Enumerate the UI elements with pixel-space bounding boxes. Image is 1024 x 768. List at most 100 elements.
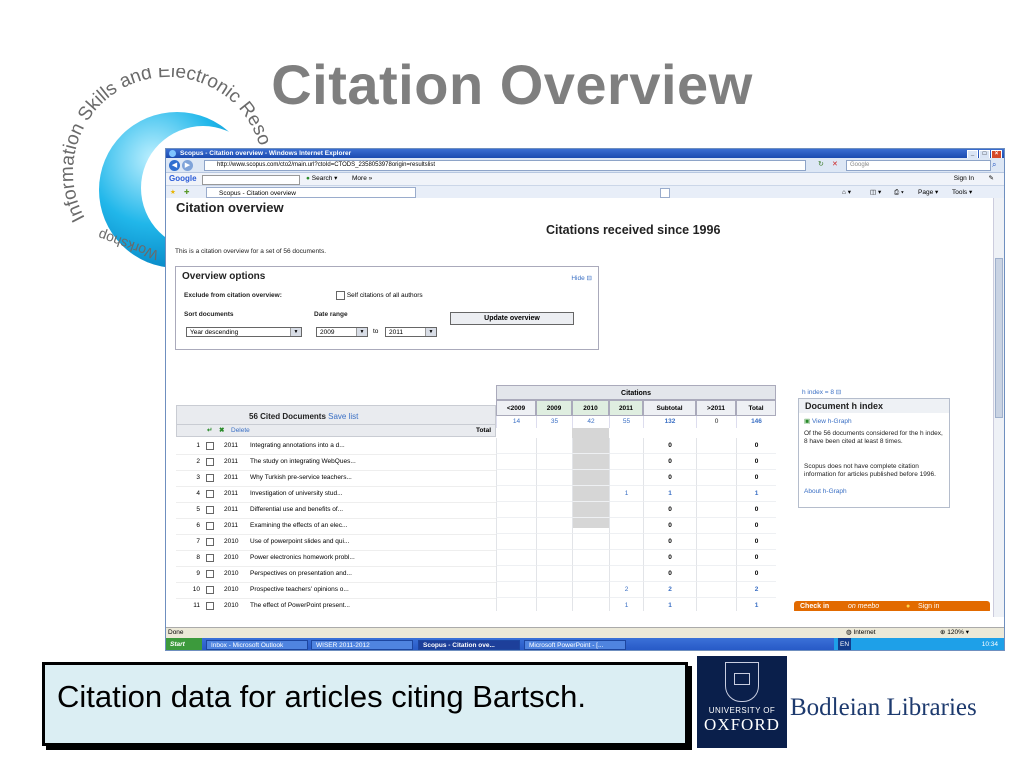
citation-cell [572, 502, 609, 518]
lang-indicator[interactable]: EN [838, 638, 852, 650]
row-title[interactable]: Power electronics homework probl... [250, 550, 355, 566]
select-arrow-icon[interactable]: ↵ [207, 425, 212, 437]
stop-icon[interactable]: ✕ [832, 160, 838, 168]
zoom-level[interactable]: ⊕ 120% ▾ [940, 628, 969, 638]
row-title[interactable]: The effect of PowerPoint present... [250, 598, 350, 611]
tab-scopus[interactable]: Scopus - Citation overview [206, 187, 416, 198]
sort-select[interactable]: Year descending ▼ [186, 327, 302, 337]
citation-cell [609, 566, 643, 582]
new-tab-button[interactable] [660, 188, 670, 198]
citation-cell[interactable]: 1 [736, 598, 776, 611]
refresh-icon[interactable]: ↻ [818, 160, 824, 168]
citation-cell[interactable]: 2 [609, 582, 643, 598]
google-toolbar-input[interactable] [202, 175, 300, 185]
citation-column-header[interactable]: Subtotal [643, 400, 696, 416]
hide-options-link[interactable]: Hide ⊟ [571, 274, 592, 282]
cited-documents-header: 56 Cited Documents Save list [176, 405, 496, 425]
oxford-crest-icon [725, 662, 759, 702]
forward-icon[interactable]: ▶ [182, 160, 193, 171]
about-h-graph-link[interactable]: About h-Graph [804, 488, 944, 496]
delete-icon[interactable]: ✖ [219, 425, 224, 437]
row-title[interactable]: Why Turkish pre-service teachers... [250, 470, 352, 486]
citation-cell[interactable]: 1 [643, 598, 696, 611]
task-outlook[interactable]: Inbox - Microsoft Outlook [206, 640, 308, 650]
row-checkbox[interactable] [206, 538, 214, 546]
view-h-graph-link[interactable]: ▣ View h-Graph [804, 418, 944, 426]
row-title[interactable]: Investigation of university stud... [250, 486, 343, 502]
citation-total-cell[interactable]: 0 [696, 416, 736, 428]
update-overview-button[interactable]: Update overview [450, 312, 574, 325]
citation-total-cell[interactable]: 146 [736, 416, 776, 428]
search-icon[interactable]: ⌕ [992, 160, 996, 170]
task-scopus[interactable]: Scopus - Citation ove... [418, 640, 520, 650]
citation-cell [496, 502, 536, 518]
row-title[interactable]: Differential use and benefits of... [250, 502, 343, 518]
citation-total-cell[interactable]: 35 [536, 416, 572, 428]
citation-cell [496, 470, 536, 486]
row-title[interactable]: The study on integrating WebQues... [250, 454, 356, 470]
meebo-bar[interactable]: Check in on meebo ● Sign in [794, 601, 990, 611]
row-title[interactable]: Use of powerpoint slides and qui... [250, 534, 349, 550]
citation-cell[interactable]: 1 [643, 486, 696, 502]
citation-cell [496, 582, 536, 598]
search-input[interactable]: Google [846, 160, 991, 171]
citation-cell [496, 486, 536, 502]
scrollbar-thumb[interactable] [995, 258, 1003, 418]
wrench-icon[interactable]: ✎ [989, 173, 994, 185]
row-checkbox[interactable] [206, 490, 214, 498]
row-checkbox[interactable] [206, 586, 214, 594]
row-checkbox[interactable] [206, 554, 214, 562]
date-to-select[interactable]: 2011 ▼ [385, 327, 437, 337]
row-checkbox[interactable] [206, 442, 214, 450]
citation-total-cell[interactable]: 55 [609, 416, 643, 428]
meebo-sign-in[interactable]: Sign in [918, 601, 939, 611]
citation-cell[interactable]: 1 [609, 486, 643, 502]
citation-cell [536, 438, 572, 454]
citation-cell [536, 550, 572, 566]
vertical-scrollbar[interactable] [993, 198, 1004, 617]
citation-cell: 0 [736, 454, 776, 470]
citation-cell[interactable]: 2 [643, 582, 696, 598]
citation-column-header[interactable]: 2011 [609, 400, 643, 416]
self-citations-option[interactable]: Self citations of all authors [336, 291, 423, 300]
url-field[interactable]: http://www.scopus.com/cto2/main.url?ctoI… [204, 160, 806, 171]
date-from-select[interactable]: 2009 ▼ [316, 327, 368, 337]
citation-cell[interactable]: 2 [736, 582, 776, 598]
citation-total-cell[interactable]: 42 [572, 416, 609, 428]
citation-column-header[interactable]: 2010 [572, 400, 609, 416]
google-sign-in[interactable]: Sign In [954, 173, 974, 185]
google-search-button[interactable]: ● Search ▾ [306, 173, 337, 185]
h-index-label[interactable]: h index = 8 ⊟ [802, 388, 841, 396]
row-title[interactable]: Integrating annotations into a d... [250, 438, 345, 454]
row-checkbox[interactable] [206, 506, 214, 514]
back-icon[interactable]: ◀ [169, 160, 180, 171]
citation-column-header[interactable]: 2009 [536, 400, 572, 416]
task-wiser[interactable]: WISER 2011-2012 [311, 640, 413, 650]
row-checkbox[interactable] [206, 570, 214, 578]
citation-total-cell[interactable]: 132 [643, 416, 696, 428]
citation-column-header[interactable]: >2011 [696, 400, 736, 416]
citation-cell: 0 [736, 550, 776, 566]
google-more-menu[interactable]: More » [352, 173, 372, 185]
citation-column-header[interactable]: Total [736, 400, 776, 416]
citation-cell[interactable]: 1 [609, 598, 643, 611]
clock: 10:34 [981, 641, 998, 648]
row-title[interactable]: Prospective teachers' opinions o... [250, 582, 349, 598]
row-title[interactable]: Perspectives on presentation and... [250, 566, 352, 582]
citation-cell[interactable]: 1 [736, 486, 776, 502]
meebo-check-in[interactable]: Check in [800, 601, 829, 611]
row-checkbox[interactable] [206, 458, 214, 466]
row-checkbox[interactable] [206, 474, 214, 482]
citation-total-cell[interactable]: 14 [496, 416, 536, 428]
delete-link[interactable]: Delete [231, 425, 250, 437]
start-button[interactable]: Start [166, 638, 202, 650]
row-checkbox[interactable] [206, 522, 214, 530]
task-powerpoint[interactable]: Microsoft PowerPoint - [... [524, 640, 626, 650]
citation-cell [572, 534, 609, 550]
row-title[interactable]: Examining the effects of an elec... [250, 518, 347, 534]
row-checkbox[interactable] [206, 602, 214, 610]
self-citations-checkbox[interactable] [336, 291, 345, 300]
h-index-description: Of the 56 documents considered for the h… [804, 430, 943, 445]
save-list-link[interactable]: Save list [328, 412, 358, 421]
citation-column-header[interactable]: <2009 [496, 400, 536, 416]
